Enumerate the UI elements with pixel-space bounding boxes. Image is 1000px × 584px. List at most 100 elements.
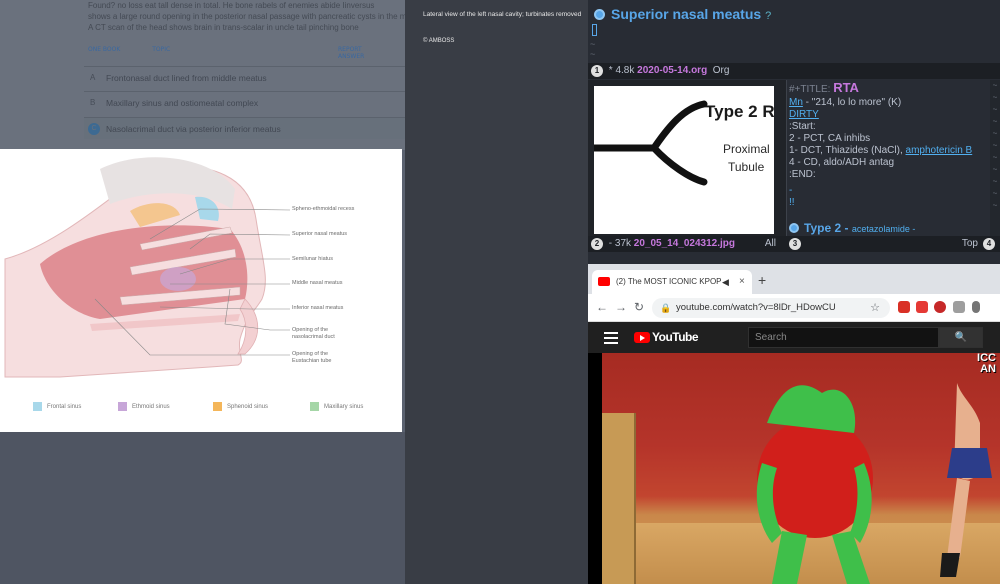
org-link[interactable]: Mn [789,97,803,108]
option-text: Frontonasal duct lined from middle meatu… [106,73,267,83]
org-text: !! [789,197,795,208]
report-link[interactable]: REPORT ANSWER [338,46,364,60]
topic-link[interactable]: TOPIC [152,46,170,53]
question-links: ONE BOOK TOPIC REPORT ANSWER [88,46,364,60]
video-player[interactable]: ICC AN [588,353,1000,584]
org-heading[interactable]: Superior nasal meatus ? [594,6,771,22]
back-icon[interactable]: ← [596,300,608,314]
org-title: RTA [833,80,859,95]
dancer-skirt [947,448,992,478]
video-dancers [756,383,992,584]
figure-label: Middle nasal meatus [292,280,343,286]
new-tab-button[interactable]: + [758,272,766,288]
modeline-top: 1 * 4.8k 2020-05-14.org Org [588,63,1000,79]
anatomy-figure: Spheno-ethmoidal recess Superior nasal m… [0,149,402,432]
org-link[interactable]: amphotericin B [906,145,973,156]
heading-text: Type 2 - [804,221,849,235]
microphone-icon[interactable] [972,301,980,313]
buffer-position: All [764,238,776,249]
search-icon[interactable]: 🔍 [939,327,983,348]
legend-swatch [310,402,319,411]
youtube-logo-text[interactable]: YouTube [652,330,699,344]
heading-bullet-icon [594,9,605,20]
fringe-tilde: ~ [590,40,596,50]
text-cursor [592,24,597,36]
answer-option[interactable]: A Frontonasal duct lined from middle mea… [84,66,405,88]
url-text: youtube.com/watch?v=8lDr_HDowCU [676,302,836,313]
org-text: 4 - CD, aldo/ADH antag [789,157,895,168]
overlay-line: AN [980,363,996,375]
org-link[interactable]: DIRTY [789,109,819,120]
costume-leg [832,531,870,584]
costume-leg [772,531,807,584]
org-heading[interactable]: Type 2 - acetazolamide - [789,222,915,235]
book-link[interactable]: ONE BOOK [88,46,120,53]
legend-item: Frontal sinus [33,402,81,411]
youtube-logo-icon[interactable] [634,332,650,343]
dancer-leg [947,478,970,558]
close-tab-icon[interactable]: × [739,270,745,294]
legend-item: Ethmoid sinus [118,402,170,411]
major-mode: Org [712,65,730,76]
legend-item: Sphenoid sinus [213,402,268,411]
youtube-favicon-icon [598,277,610,286]
legend-label: Maxillary sinus [324,403,364,410]
buffer-name: 2020-05-14.org [637,65,708,76]
org-buffer[interactable]: #+TITLE: RTA Mn - "214, lo lo more" (K) … [786,80,1000,236]
org-text: - [789,185,793,196]
option-letter: A [90,73,96,82]
emacs-window[interactable]: Superior nasal meatus ? ~ ~ 1 * 4.8k 202… [588,0,1000,264]
bookmark-star-icon[interactable]: ☆ [870,298,880,318]
fringe-scroll[interactable]: ~ ~ ~ ~ ~ ~ ~ ~ ~ ~ ~ [990,80,1000,236]
image-subtitle: Proximal [723,142,770,156]
window-number: 2 [591,238,603,250]
lightbox-caption-panel: Lateral view of the left nasal cavity; t… [405,0,588,584]
question-text-line: Found? no loss eat tall dense in total. … [88,1,375,10]
fringe-tilde: ~ [590,50,596,60]
figure-label: Opening of the Eustachian tube [292,351,332,364]
org-text: - "214, lo lo more" (K) [802,97,902,108]
buffer-position: Top [961,238,978,249]
image-title: Type 2 R [705,102,774,121]
window-number: 4 [983,238,995,250]
forward-icon[interactable]: → [615,300,627,314]
legend-item: Maxillary sinus [310,402,363,411]
tab-youtube[interactable]: (2) The MOST ICONIC KPOP ◀ × [592,270,752,294]
buffer-size: * 4.8k [608,65,635,76]
answer-option[interactable]: B Maxillary sinus and ostiomeatal comple… [84,91,405,113]
extension-icon[interactable] [953,301,965,313]
option-letter: C [88,123,100,135]
org-text: 1- DCT, Thiazides (NaCl), [789,145,906,156]
figure-label: Inferior nasal meatus [292,305,344,311]
buffer-size: - 37k [608,238,632,249]
figure-label: Superior nasal meatus [292,231,348,237]
extension-icon[interactable] [898,301,910,313]
speaker-icon[interactable]: ◀ [722,270,729,294]
tab-title: (2) The MOST ICONIC KPOP [616,277,722,286]
legend-swatch [213,402,222,411]
figure-label: Semilunar hiatus [292,256,333,262]
org-keyword: #+TITLE: [789,84,831,95]
legend-swatch [33,402,42,411]
extension-icon[interactable] [934,301,946,313]
answer-option-selected[interactable]: C Nasolacrimal duct via posterior inferi… [84,117,405,139]
org-drawer-start: :Start: [789,121,816,132]
window-number: 1 [591,65,603,77]
amboss-question-pane: Found? no loss eat tall dense in total. … [0,0,405,584]
figure-label: Opening of the nasolacrimal duct [292,327,335,340]
extension-icon[interactable] [916,301,928,313]
hamburger-menu-icon[interactable] [604,332,618,347]
image-buffer[interactable]: Type 2 R Proximal Tubule [588,80,786,236]
lock-icon[interactable]: 🔒 [660,298,671,318]
reload-icon[interactable]: ↻ [634,300,644,314]
youtube-search-input[interactable]: Search [748,327,939,348]
heading-suffix: ? [765,10,772,22]
legend-label: Ethmoid sinus [132,403,170,410]
question-text-line: A CT scan of the head shows brain in tra… [88,23,359,32]
buffer-name: 20_05_14_024312.jpg [633,238,735,249]
option-letter: B [90,98,96,107]
youtube-header: YouTube Search 🔍 [588,322,1000,353]
chrome-window[interactable]: (2) The MOST ICONIC KPOP ◀ × + ← → ↻ 🔒 y… [588,264,1000,584]
address-bar[interactable]: 🔒 youtube.com/watch?v=8lDr_HDowCU ☆ [652,298,890,318]
window-number: 3 [789,238,801,250]
